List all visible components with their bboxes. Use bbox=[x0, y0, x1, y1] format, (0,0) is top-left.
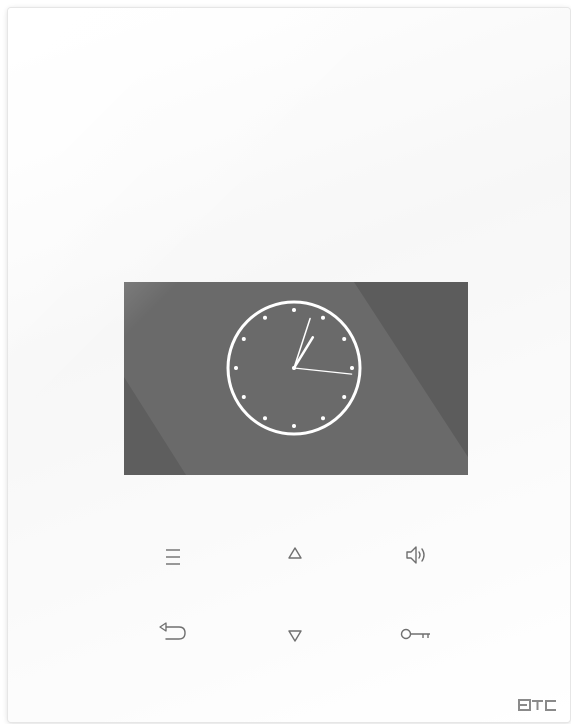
clock-marker bbox=[263, 315, 267, 320]
door-open-button[interactable] bbox=[395, 616, 439, 652]
clock-marker bbox=[350, 366, 354, 370]
key-icon bbox=[400, 628, 430, 640]
intercom-panel: ETC bbox=[8, 8, 570, 722]
brand-logo-text: ETC bbox=[558, 698, 559, 699]
back-arrow-icon bbox=[159, 622, 186, 640]
clock-center bbox=[292, 366, 296, 370]
screen-reflection-right bbox=[354, 282, 468, 457]
analog-clock bbox=[226, 300, 362, 436]
menu-icon bbox=[166, 549, 180, 565]
menu-button[interactable] bbox=[151, 539, 195, 575]
triangle-up-icon bbox=[288, 547, 302, 559]
clock-hour-hand bbox=[292, 336, 315, 370]
down-button[interactable] bbox=[273, 618, 317, 654]
up-button[interactable] bbox=[273, 535, 317, 571]
clock-marker bbox=[241, 395, 246, 399]
speaker-icon bbox=[406, 546, 425, 564]
clock-marker bbox=[263, 416, 267, 421]
clock-marker bbox=[342, 337, 347, 341]
clock-marker bbox=[241, 337, 246, 341]
screen-reflection-left bbox=[124, 377, 186, 475]
screen-art bbox=[124, 282, 468, 475]
clock-minute-hand bbox=[293, 317, 311, 369]
volume-button[interactable] bbox=[395, 537, 439, 573]
etc-logo bbox=[518, 699, 556, 711]
clock-marker bbox=[342, 395, 347, 399]
clock-marker bbox=[292, 308, 296, 312]
clock-marker bbox=[321, 416, 325, 421]
clock-marker bbox=[234, 366, 238, 370]
clock-marker bbox=[292, 424, 296, 428]
clock-second-hand bbox=[293, 367, 353, 375]
brand-logo: ETC bbox=[518, 698, 558, 712]
back-button[interactable] bbox=[151, 614, 195, 650]
clock-marker bbox=[321, 315, 325, 320]
display-screen[interactable] bbox=[124, 282, 468, 475]
triangle-down-icon bbox=[288, 630, 302, 642]
